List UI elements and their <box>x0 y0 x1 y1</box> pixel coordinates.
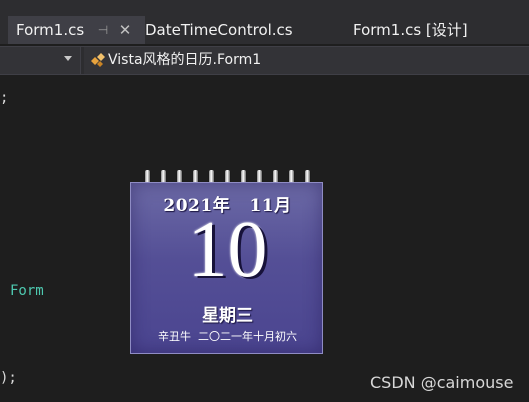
code-fragment: ; <box>0 90 9 106</box>
tab-form1-designer[interactable]: Form1.cs [设计] <box>353 16 468 44</box>
calendar-day-number: 10 <box>187 206 268 294</box>
project-dropdown[interactable] <box>0 47 81 74</box>
class-dropdown[interactable]: Vista风格的日历.Form1 <box>84 47 529 74</box>
calendar-weekday: 星期三 <box>202 306 253 326</box>
chevron-down-icon[interactable] <box>64 56 72 61</box>
tab-label: Form1.cs <box>16 21 85 39</box>
code-fragment: ); <box>0 370 17 386</box>
vista-calendar-widget: 2021年 11月 10 星期三 辛丑牛 二〇二一年十月初六 <box>130 182 323 354</box>
pin-icon[interactable]: ⊣ <box>96 16 110 44</box>
close-icon[interactable]: ✕ <box>118 16 132 44</box>
navigation-bar: Vista风格的日历.Form1 <box>0 46 529 75</box>
code-type-name: Form <box>10 283 44 299</box>
tab-form1-cs[interactable]: Form1.cs ⊣ ✕ <box>8 16 145 44</box>
tab-datetimecontrol-cs[interactable]: DateTimeControl.cs <box>145 16 293 44</box>
tab-label: Form1.cs [设计] <box>353 21 468 39</box>
class-icon <box>91 53 105 67</box>
calendar-lunar-date: 辛丑牛 二〇二一年十月初六 <box>158 330 297 343</box>
tab-label: DateTimeControl.cs <box>145 21 293 39</box>
watermark: CSDN @caimouse <box>370 373 514 392</box>
class-label: Vista风格的日历.Form1 <box>108 52 262 68</box>
document-tab-bar: Form1.cs ⊣ ✕ DateTimeControl.cs Form1.cs… <box>0 0 529 44</box>
